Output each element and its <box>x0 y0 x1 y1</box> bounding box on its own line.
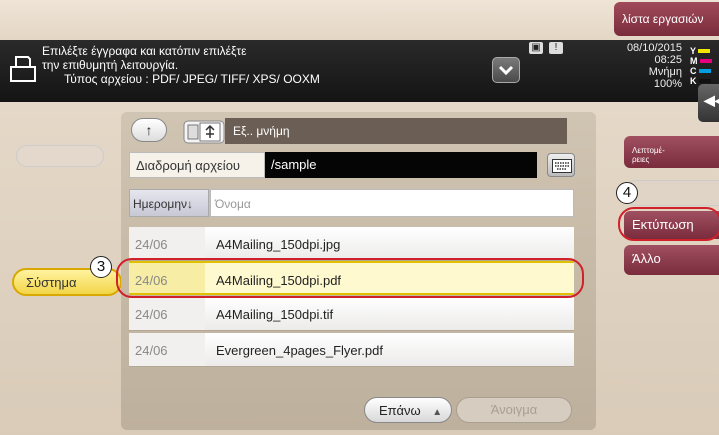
file-row[interactable]: 24/06 A4Mailing_150dpi.jpg <box>129 227 574 261</box>
message-header: Επιλέξτε έγγραφα και κατόπιν επιλέξτε τη… <box>0 40 719 102</box>
file-name: A4Mailing_150dpi.jpg <box>216 237 341 252</box>
step-3-callout: 3 <box>90 256 112 278</box>
chevron-down-icon <box>498 65 514 76</box>
warning-icon: ! <box>549 42 563 54</box>
message-expand-button[interactable] <box>492 57 520 83</box>
file-date: 24/06 <box>129 297 205 330</box>
message-line-1: Επιλέξτε έγγραφα και κατόπιν επιλέξτε <box>42 44 247 58</box>
memory-value: 100% <box>653 78 682 90</box>
sort-arrow-icon: ↓ <box>187 197 194 211</box>
disabled-right-button <box>624 180 719 206</box>
details-button[interactable]: Λεπτομέ- ρειες <box>624 136 719 168</box>
memory-label: Μνήμη <box>648 66 682 78</box>
sort-by-name-header[interactable]: Όνομα <box>210 189 574 217</box>
document-box-icon <box>10 56 36 82</box>
storage-location: Εξ.. μνήμη <box>225 118 567 144</box>
page-up-button[interactable]: Επάνω ▲ <box>364 397 452 423</box>
job-status-icon: ▣ <box>529 42 543 54</box>
date-text: 08/10/2015 <box>626 42 682 54</box>
toner-levels: Y M C K <box>690 46 712 86</box>
parent-folder-button[interactable]: ↑ <box>131 118 167 142</box>
toner-m: M <box>690 56 712 66</box>
instruction-message: Επιλέξτε έγγραφα και κατόπιν επιλέξτε τη… <box>42 44 320 86</box>
triangle-up-icon: ▲ <box>432 407 443 418</box>
highlight-ring-file <box>116 258 584 298</box>
step-4-callout: 4 <box>616 182 638 204</box>
arrow-up-icon: ↑ <box>145 122 153 138</box>
keyboard-button[interactable] <box>547 153 575 177</box>
file-path-value[interactable]: /sample <box>265 152 537 178</box>
status-icons: ▣ ! <box>529 42 563 54</box>
details-label-1: Λεπτομέ- <box>632 146 665 155</box>
keyboard-icon <box>552 159 572 173</box>
collapse-panel-button[interactable]: ◀◀ <box>698 84 719 122</box>
details-label-2: ρειες <box>632 155 650 164</box>
highlight-ring-print <box>618 207 719 241</box>
job-list-button[interactable]: λίστα εργασιών <box>614 2 719 36</box>
file-date: 24/06 <box>129 227 205 260</box>
file-type-line: Τύπος αρχείου : PDF/ JPEG/ TIFF/ XPS/ OO… <box>64 72 320 86</box>
file-name: A4Mailing_150dpi.tif <box>216 307 334 322</box>
usb-memory-icon <box>183 120 225 144</box>
double-chevron-left-icon: ◀◀ <box>704 92 719 108</box>
toner-y: Y <box>690 46 712 56</box>
column-date-label: Ημερομην <box>133 197 188 211</box>
file-name: Evergreen_4pages_Flyer.pdf <box>216 343 383 358</box>
page-up-label: Επάνω <box>379 403 421 418</box>
mfp-panel-screen: λίστα εργασιών Επιλέξτε έγγραφα και κατό… <box>0 0 719 435</box>
time-text: 08:25 <box>654 54 682 66</box>
date-time-memory: 08/10/2015 08:25 Μνήμη 100% <box>596 42 682 90</box>
open-button-disabled[interactable]: Άνοιγμα <box>456 397 572 423</box>
file-row[interactable]: 24/06 A4Mailing_150dpi.tif <box>129 297 574 331</box>
sort-by-date-header[interactable]: Ημερομην↓ <box>129 189 209 217</box>
other-button[interactable]: Άλλο <box>624 245 719 275</box>
file-path-label: Διαδρομή αρχείου <box>129 152 265 178</box>
message-line-2: την επιθυμητή λειτουργία. <box>42 58 179 72</box>
file-row[interactable]: 24/06 Evergreen_4pages_Flyer.pdf <box>129 333 574 367</box>
toner-c: C <box>690 66 712 76</box>
disabled-left-button <box>16 145 104 167</box>
file-date: 24/06 <box>129 333 205 366</box>
top-strip <box>0 0 719 40</box>
